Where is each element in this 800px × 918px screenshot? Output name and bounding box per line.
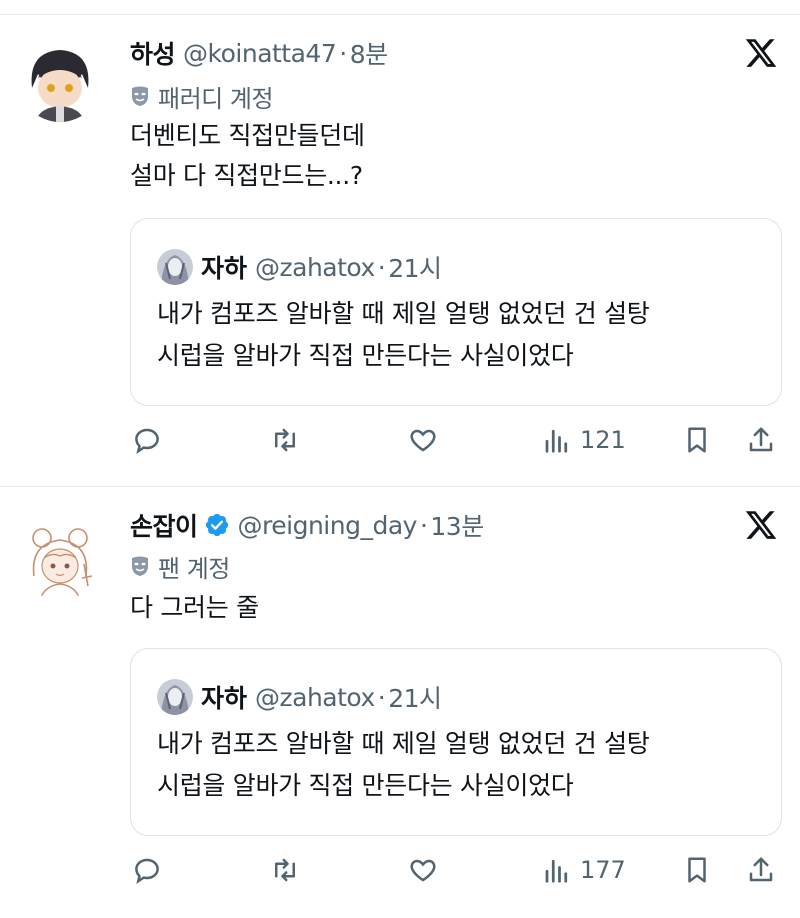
timestamp[interactable]: 8분 <box>350 35 388 71</box>
reply-button[interactable] <box>132 850 162 890</box>
handle[interactable]: @koinatta47 <box>183 39 337 68</box>
quote-timestamp: 21시 <box>388 684 442 713</box>
quote-avatar <box>157 679 193 715</box>
quote-avatar <box>157 249 193 285</box>
timestamp[interactable]: 13분 <box>430 507 484 543</box>
quote-text: 내가 컴포즈 알바할 때 제일 얼탱 없었던 건 설탕 시럽을 알바가 직접 만… <box>157 293 650 377</box>
tweet-1[interactable]: 하성 @koinatta47 · 8분 패러디 계정 더벤티도 직접만들던데 설… <box>0 0 800 486</box>
separator-dot: · <box>419 510 428 540</box>
tweet-text: 다 그러는 줄 <box>130 588 259 628</box>
quote-text-line: 시럽을 알바가 직접 만든다는 사실이었다 <box>157 341 574 370</box>
separator-dot: · <box>339 38 347 68</box>
account-label: 팬 계정 <box>158 554 230 583</box>
tweet-text: 더벤티도 직접만들던데 설마 다 직접만드는...? <box>130 116 365 196</box>
tweet-text-line: 다 그러는 줄 <box>130 593 259 622</box>
quote-display-name: 자하 <box>201 684 248 713</box>
quote-handle: @zahatox <box>255 252 375 282</box>
quote-handle: @zahatox <box>255 682 375 712</box>
tweet-text-line: 더벤티도 직접만들던데 <box>130 121 365 150</box>
like-button[interactable] <box>408 850 438 890</box>
retweet-button[interactable] <box>270 850 300 890</box>
account-badge[interactable]: 패러디 계정 <box>130 80 274 113</box>
verified-badge-icon <box>205 513 228 537</box>
quote-tweet[interactable]: 자하 @zahatox · 21시 내가 컴포즈 알바할 때 제일 얼탱 없었던… <box>130 218 782 406</box>
account-badge[interactable]: 팬 계정 <box>130 550 230 583</box>
quote-text-line: 시럽을 알바가 직접 만든다는 사실이었다 <box>157 771 574 800</box>
share-icon <box>749 857 773 882</box>
reply-icon <box>135 428 159 455</box>
quote-timestamp: 21시 <box>388 254 442 283</box>
bookmark-icon <box>688 427 706 453</box>
quote-text-line: 내가 컴포즈 알바할 때 제일 얼탱 없었던 건 설탕 <box>157 729 650 758</box>
views-count: 177 <box>580 856 626 884</box>
account-label: 패러디 계정 <box>158 84 274 113</box>
tweet-header: 하성 @koinatta47 · 8분 <box>130 36 388 70</box>
quote-text-line: 내가 컴포즈 알바할 때 제일 얼탱 없었던 건 설탕 <box>157 299 650 328</box>
tweet-text-line: 설마 다 직접만드는...? <box>130 161 363 190</box>
retweet-icon <box>275 858 295 882</box>
x-logo-icon <box>745 39 777 67</box>
separator-dot: · <box>377 682 386 712</box>
views-count: 121 <box>580 426 626 454</box>
action-bar: 177 <box>130 850 780 890</box>
reply-button[interactable] <box>132 420 162 460</box>
x-logo-icon <box>745 511 777 539</box>
views-chart-icon <box>545 429 568 453</box>
quote-header: 자하 @zahatox · 21시 <box>157 679 442 715</box>
bookmark-icon <box>688 857 706 883</box>
mask-icon <box>132 556 148 576</box>
avatar-image <box>18 516 102 600</box>
quote-tweet[interactable]: 자하 @zahatox · 21시 내가 컴포즈 알바할 때 제일 얼탱 없었던… <box>130 648 782 836</box>
reply-icon <box>135 858 159 885</box>
mask-icon <box>132 86 148 106</box>
avatar-image <box>18 38 102 122</box>
share-icon <box>749 427 773 452</box>
separator-dot: · <box>377 252 386 282</box>
avatar[interactable] <box>18 38 102 122</box>
share-button[interactable] <box>746 850 776 890</box>
quote-header: 자하 @zahatox · 21시 <box>157 249 442 285</box>
retweet-icon <box>275 428 295 452</box>
views-button[interactable]: 121 <box>542 420 626 460</box>
share-button[interactable] <box>746 420 776 460</box>
quote-display-name: 자하 <box>201 254 248 283</box>
bookmark-button[interactable] <box>682 420 712 460</box>
avatar[interactable] <box>18 516 102 600</box>
action-bar: 121 <box>130 420 780 460</box>
handle[interactable]: @reigning_day <box>238 511 418 540</box>
heart-icon <box>410 429 436 452</box>
heart-icon <box>410 859 436 882</box>
display-name[interactable]: 손잡이 <box>130 507 198 543</box>
tweet-header: 손잡이 @reigning_day · 13분 <box>130 508 484 542</box>
display-name[interactable]: 하성 <box>130 35 176 71</box>
bookmark-button[interactable] <box>682 850 712 890</box>
views-button[interactable]: 177 <box>542 850 626 890</box>
views-chart-icon <box>545 859 568 883</box>
like-button[interactable] <box>408 420 438 460</box>
quote-text: 내가 컴포즈 알바할 때 제일 얼탱 없었던 건 설탕 시럽을 알바가 직접 만… <box>157 723 650 807</box>
retweet-button[interactable] <box>270 420 300 460</box>
tweet-2[interactable]: 손잡이 @reigning_day · 13분 팬 계정 다 그러는 줄 자하 … <box>0 486 800 918</box>
